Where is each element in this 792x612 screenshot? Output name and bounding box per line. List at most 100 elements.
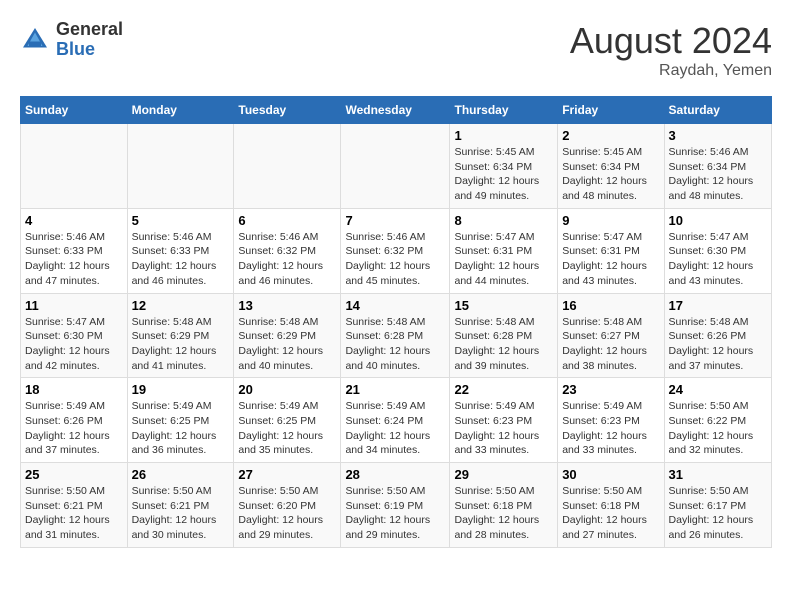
day-info: Sunrise: 5:45 AM Sunset: 6:34 PM Dayligh…: [454, 145, 553, 204]
calendar-cell: [127, 124, 234, 209]
calendar-cell: 27Sunrise: 5:50 AM Sunset: 6:20 PM Dayli…: [234, 463, 341, 548]
logo-icon: [20, 25, 50, 55]
day-info: Sunrise: 5:48 AM Sunset: 6:28 PM Dayligh…: [345, 315, 445, 374]
calendar-cell: 28 Sunrise: 5:50 AM Sunset: 6:19 PM Dayli…: [341, 463, 450, 548]
calendar-cell: 29 Sunrise: 5:50 AM Sunset: 6:18 PM Dayli…: [450, 463, 558, 548]
calendar-cell: 7Sunrise: 5:46 AM Sunset: 6:32 PM Daylig…: [341, 208, 450, 293]
calendar-cell: 20Sunrise: 5:49 AM Sunset: 6:25 PM Dayli…: [234, 378, 341, 463]
title-block: August 2024 Raydah, Yemen: [570, 20, 772, 80]
calendar-cell: [234, 124, 341, 209]
calendar-cell: 22 Sunrise: 5:49 AM Sunset: 6:23 PM Dayli…: [450, 378, 558, 463]
day-number: 30: [562, 467, 659, 482]
day-number: 10: [669, 213, 767, 228]
logo: General Blue: [20, 20, 123, 60]
week-row-3: 11Sunrise: 5:47 AM Sunset: 6:30 PM Dayli…: [21, 293, 772, 378]
day-info: Sunrise: 5:49 AM Sunset: 6:26 PM Dayligh…: [25, 399, 123, 458]
day-number: 6: [238, 213, 336, 228]
header-day-sunday: Sunday: [21, 97, 128, 124]
day-number: 7: [345, 213, 445, 228]
month-year: August 2024: [570, 20, 772, 62]
calendar-cell: 1Sunrise: 5:45 AM Sunset: 6:34 PM Daylig…: [450, 124, 558, 209]
day-info: Sunrise: 5:47 AM Sunset: 6:31 PM Dayligh…: [454, 230, 553, 289]
calendar-cell: [341, 124, 450, 209]
day-number: 8: [454, 213, 553, 228]
day-info: Sunrise: 5:48 AM Sunset: 6:29 PM Dayligh…: [132, 315, 230, 374]
header-day-wednesday: Wednesday: [341, 97, 450, 124]
day-number: 12: [132, 298, 230, 313]
day-number: 3: [669, 128, 767, 143]
logo-text: General Blue: [56, 20, 123, 60]
day-number: 22: [454, 382, 553, 397]
location: Raydah, Yemen: [570, 62, 772, 80]
day-number: 4: [25, 213, 123, 228]
day-number: 24: [669, 382, 767, 397]
day-info: Sunrise: 5:50 AM Sunset: 6:18 PM Dayligh…: [454, 484, 553, 543]
day-info: Sunrise: 5:50 AM Sunset: 6:19 PM Dayligh…: [345, 484, 445, 543]
day-number: 5: [132, 213, 230, 228]
day-number: 27: [238, 467, 336, 482]
calendar-cell: 16 Sunrise: 5:48 AM Sunset: 6:27 PM Dayli…: [558, 293, 664, 378]
day-info: Sunrise: 5:46 AM Sunset: 6:34 PM Dayligh…: [669, 145, 767, 204]
calendar-cell: 2Sunrise: 5:45 AM Sunset: 6:34 PM Daylig…: [558, 124, 664, 209]
calendar-cell: 9 Sunrise: 5:47 AM Sunset: 6:31 PM Daylig…: [558, 208, 664, 293]
calendar-cell: 26 Sunrise: 5:50 AM Sunset: 6:21 PM Dayli…: [127, 463, 234, 548]
day-info: Sunrise: 5:48 AM Sunset: 6:29 PM Dayligh…: [238, 315, 336, 374]
day-number: 29: [454, 467, 553, 482]
calendar-cell: 15Sunrise: 5:48 AM Sunset: 6:28 PM Dayli…: [450, 293, 558, 378]
day-info: Sunrise: 5:50 AM Sunset: 6:18 PM Dayligh…: [562, 484, 659, 543]
day-number: 26: [132, 467, 230, 482]
day-info: Sunrise: 5:48 AM Sunset: 6:28 PM Dayligh…: [454, 315, 553, 374]
day-number: 18: [25, 382, 123, 397]
calendar-body: 1Sunrise: 5:45 AM Sunset: 6:34 PM Daylig…: [21, 124, 772, 548]
calendar-cell: 6 Sunrise: 5:46 AM Sunset: 6:32 PM Daylig…: [234, 208, 341, 293]
day-info: Sunrise: 5:48 AM Sunset: 6:27 PM Dayligh…: [562, 315, 659, 374]
day-info: Sunrise: 5:50 AM Sunset: 6:17 PM Dayligh…: [669, 484, 767, 543]
day-info: Sunrise: 5:47 AM Sunset: 6:30 PM Dayligh…: [669, 230, 767, 289]
calendar-cell: 31 Sunrise: 5:50 AM Sunset: 6:17 PM Dayli…: [664, 463, 771, 548]
page-header: General Blue August 2024 Raydah, Yemen: [20, 20, 772, 80]
calendar-cell: 3 Sunrise: 5:46 AM Sunset: 6:34 PM Daylig…: [664, 124, 771, 209]
day-info: Sunrise: 5:50 AM Sunset: 6:21 PM Dayligh…: [132, 484, 230, 543]
day-number: 25: [25, 467, 123, 482]
day-number: 28: [345, 467, 445, 482]
day-number: 21: [345, 382, 445, 397]
calendar-cell: 4 Sunrise: 5:46 AM Sunset: 6:33 PM Daylig…: [21, 208, 128, 293]
day-info: Sunrise: 5:46 AM Sunset: 6:33 PM Dayligh…: [132, 230, 230, 289]
header-day-friday: Friday: [558, 97, 664, 124]
day-info: Sunrise: 5:49 AM Sunset: 6:23 PM Dayligh…: [562, 399, 659, 458]
calendar-cell: 19Sunrise: 5:49 AM Sunset: 6:25 PM Dayli…: [127, 378, 234, 463]
calendar-cell: 8 Sunrise: 5:47 AM Sunset: 6:31 PM Daylig…: [450, 208, 558, 293]
calendar-cell: 18 Sunrise: 5:49 AM Sunset: 6:26 PM Dayli…: [21, 378, 128, 463]
day-info: Sunrise: 5:50 AM Sunset: 6:22 PM Dayligh…: [669, 399, 767, 458]
day-number: 9: [562, 213, 659, 228]
calendar-cell: 30 Sunrise: 5:50 AM Sunset: 6:18 PM Dayli…: [558, 463, 664, 548]
week-row-4: 18 Sunrise: 5:49 AM Sunset: 6:26 PM Dayli…: [21, 378, 772, 463]
day-info: Sunrise: 5:49 AM Sunset: 6:23 PM Dayligh…: [454, 399, 553, 458]
header-day-monday: Monday: [127, 97, 234, 124]
day-info: Sunrise: 5:49 AM Sunset: 6:24 PM Dayligh…: [345, 399, 445, 458]
logo-general: General: [56, 19, 123, 39]
calendar-cell: [21, 124, 128, 209]
logo-blue-text: Blue: [56, 39, 95, 59]
day-info: Sunrise: 5:47 AM Sunset: 6:31 PM Dayligh…: [562, 230, 659, 289]
calendar-cell: 23 Sunrise: 5:49 AM Sunset: 6:23 PM Dayli…: [558, 378, 664, 463]
day-info: Sunrise: 5:46 AM Sunset: 6:32 PM Dayligh…: [238, 230, 336, 289]
calendar-table: SundayMondayTuesdayWednesdayThursdayFrid…: [20, 96, 772, 548]
calendar-cell: 13Sunrise: 5:48 AM Sunset: 6:29 PM Dayli…: [234, 293, 341, 378]
day-number: 16: [562, 298, 659, 313]
day-number: 31: [669, 467, 767, 482]
calendar-cell: 11Sunrise: 5:47 AM Sunset: 6:30 PM Dayli…: [21, 293, 128, 378]
calendar-cell: 14 Sunrise: 5:48 AM Sunset: 6:28 PM Dayli…: [341, 293, 450, 378]
day-info: Sunrise: 5:46 AM Sunset: 6:33 PM Dayligh…: [25, 230, 123, 289]
day-number: 19: [132, 382, 230, 397]
day-number: 23: [562, 382, 659, 397]
calendar-cell: 5 Sunrise: 5:46 AM Sunset: 6:33 PM Daylig…: [127, 208, 234, 293]
week-row-1: 1Sunrise: 5:45 AM Sunset: 6:34 PM Daylig…: [21, 124, 772, 209]
day-info: Sunrise: 5:45 AM Sunset: 6:34 PM Dayligh…: [562, 145, 659, 204]
calendar-cell: 12 Sunrise: 5:48 AM Sunset: 6:29 PM Dayli…: [127, 293, 234, 378]
day-number: 14: [345, 298, 445, 313]
header-day-saturday: Saturday: [664, 97, 771, 124]
day-info: Sunrise: 5:48 AM Sunset: 6:26 PM Dayligh…: [669, 315, 767, 374]
day-number: 17: [669, 298, 767, 313]
day-number: 11: [25, 298, 123, 313]
